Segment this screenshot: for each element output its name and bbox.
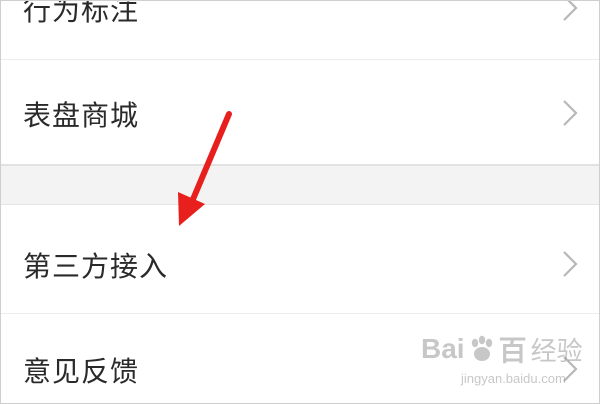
baidu-jingyan-watermark: Bai 百 经验 jingyan.baidu.com	[421, 321, 591, 399]
red-arrow-annotation-icon	[178, 111, 232, 226]
watermark-brand-left: Bai	[421, 333, 465, 364]
watermark-brand: Bai 百 经验	[421, 329, 583, 369]
watermark-brand-suffix: 经验	[530, 336, 583, 367]
menu-item-label: 行为标注	[23, 0, 140, 27]
chevron-right-icon	[563, 251, 578, 277]
screenshot-frame: 行为标注 表盘商城 第三方接入 意见反馈 Bai 百 经验 jingyan.ba…	[0, 0, 600, 404]
menu-item-third-party-access[interactable]: 第三方接入	[1, 205, 599, 313]
chevron-right-icon	[563, 1, 578, 21]
chevron-right-icon	[563, 100, 578, 126]
menu-item-label: 表盘商城	[23, 99, 140, 132]
paw-logo-icon	[471, 335, 492, 361]
watermark-url: jingyan.baidu.com	[461, 371, 566, 386]
section-gap	[1, 166, 599, 204]
menu-item-label: 第三方接入	[23, 250, 169, 283]
menu-item-watch-face-store[interactable]: 表盘商城	[1, 60, 599, 164]
menu-item-behavior-annotation[interactable]: 行为标注	[1, 0, 599, 49]
watermark-brand-right: 百	[498, 335, 527, 366]
menu-item-label: 意见反馈	[23, 355, 140, 388]
